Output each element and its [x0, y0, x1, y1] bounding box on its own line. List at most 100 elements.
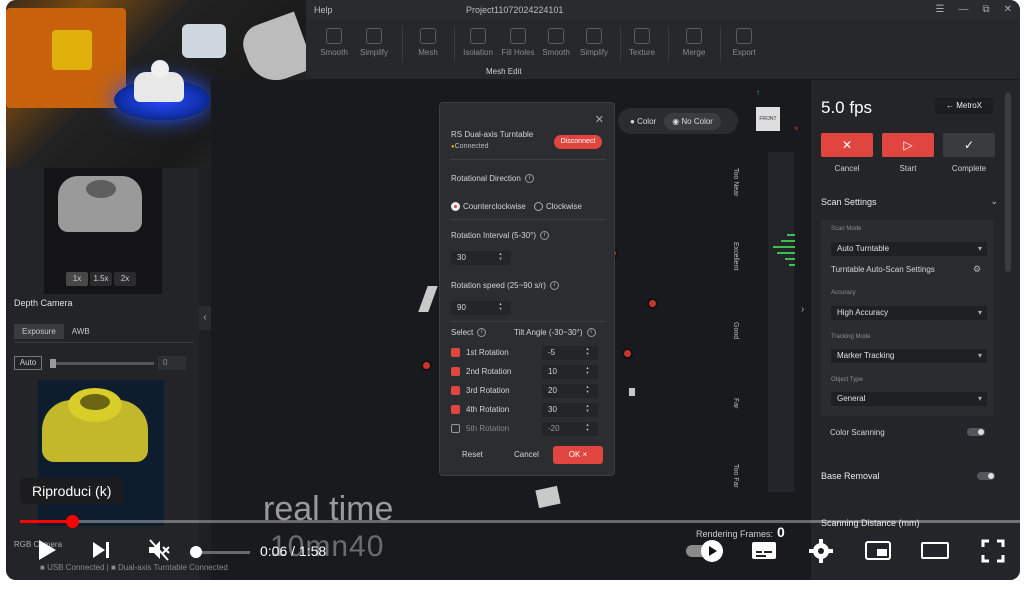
exposure-slider[interactable] [50, 359, 154, 368]
rotation-3-angle-input[interactable]: 20 [542, 384, 598, 398]
gear-icon[interactable]: ⚙ [973, 264, 981, 275]
tracking-mode-label: Tracking Mode [831, 334, 871, 340]
metrox-button[interactable]: ← MetroX [935, 98, 993, 114]
play-icon: ▷ [903, 138, 913, 152]
rotation-3-row[interactable]: 3rd Rotation [451, 386, 510, 395]
rotation-2-checkbox[interactable] [451, 367, 460, 376]
mute-icon[interactable] [146, 538, 172, 562]
tab-exposure[interactable]: Exposure [14, 324, 64, 339]
rotation-5-row[interactable]: 5th Rotation [451, 424, 509, 433]
video-frame[interactable]: Help Project11072024224101 ☰ — ⧉ ✕ Smoot… [6, 0, 1020, 580]
export-tool[interactable]: Export [722, 28, 766, 57]
info-icon: i [477, 328, 487, 338]
color-scanning-label: Color Scanning [830, 428, 885, 437]
close-icon[interactable]: ✕ [1004, 4, 1012, 15]
zoom-2x-button[interactable]: 2x [114, 272, 136, 286]
mesh-tool[interactable]: Mesh [406, 28, 450, 57]
subtitles-icon[interactable] [750, 538, 778, 562]
complete-scan-button[interactable]: ✓ [943, 133, 995, 157]
zoom-1-5x-button[interactable]: 1.5x [90, 272, 112, 286]
play-icon[interactable] [36, 538, 58, 562]
clockwise-radio[interactable]: Clockwise [534, 202, 582, 211]
video-progress-bar[interactable] [20, 515, 1020, 528]
info-icon: i [540, 231, 550, 241]
progress-scrubber[interactable] [66, 515, 79, 528]
object-type-select[interactable]: General [831, 392, 987, 406]
rotation-2-row[interactable]: 2nd Rotation [451, 367, 511, 376]
zoom-selector: 1x 1.5x 2x [66, 272, 136, 286]
cancel-scan-button[interactable]: ✕ [821, 133, 873, 157]
ok-button[interactable]: OK × [553, 446, 603, 464]
right-panel-collapse-button[interactable]: › [801, 304, 804, 315]
rotation-interval-label: Rotation Interval (5-30°) i [451, 231, 550, 241]
start-label: Start [899, 164, 917, 173]
mesh-simplify-tool[interactable]: Simplify [572, 28, 616, 57]
chevron-down-icon[interactable]: ⌄ [990, 196, 998, 207]
rotation-1-checkbox[interactable] [451, 348, 460, 357]
dialog-close-icon[interactable]: ✕ [595, 113, 604, 126]
scan-settings-header[interactable]: Scan Settings [821, 197, 877, 207]
texture-tool[interactable]: Texture [620, 28, 664, 57]
play-tooltip: Riproduci (k) [20, 478, 124, 504]
maximize-icon[interactable]: ⧉ [982, 4, 989, 15]
fullscreen-icon[interactable] [980, 538, 1006, 564]
marker-dot [421, 360, 432, 371]
no-color-option[interactable]: ◉ No Color [664, 112, 721, 130]
accuracy-select[interactable]: High Accuracy [831, 306, 987, 320]
base-removal-label: Base Removal [821, 471, 880, 481]
depth-camera-preview: 1x 1.5x 2x [44, 168, 162, 294]
menu-icon[interactable]: ☰ [936, 4, 945, 15]
rotation-4-angle-input[interactable]: 30 [542, 403, 598, 417]
zoom-1x-button[interactable]: 1x [66, 272, 88, 286]
merge-tool[interactable]: Merge [672, 28, 716, 57]
left-panel-collapse-button[interactable]: ‹ [199, 306, 211, 330]
exposure-value-input[interactable]: 0 [158, 356, 186, 370]
rotation-1-angle-input[interactable]: -5 [542, 346, 598, 360]
counterclockwise-radio[interactable]: Counterclockwise [451, 202, 526, 211]
reset-button[interactable]: Reset [462, 450, 483, 459]
volume-slider[interactable] [190, 546, 250, 558]
rotation-speed-label: Rotation speed (25~90 s/r) i [451, 281, 559, 291]
rotation-4-checkbox[interactable] [451, 405, 460, 414]
right-panel-scrollbar[interactable] [1005, 92, 1011, 272]
base-removal-toggle[interactable] [977, 472, 995, 480]
tab-awb[interactable]: AWB [64, 324, 98, 339]
camera-tabs: Exposure AWB [14, 324, 98, 339]
minimize-icon[interactable]: — [958, 4, 968, 15]
quality-too-far: Too Far [732, 464, 739, 488]
miniplayer-icon[interactable] [864, 538, 892, 562]
isolation-tool[interactable]: Isolation [456, 28, 500, 57]
progress-fill [20, 520, 72, 523]
scan-mode-select[interactable]: Auto Turntable [831, 242, 987, 256]
smooth-tool[interactable]: Smooth [312, 28, 356, 57]
rotation-5-checkbox[interactable] [451, 424, 460, 433]
settings-gear-icon[interactable] [808, 538, 834, 564]
next-icon[interactable] [90, 538, 114, 562]
start-scan-button[interactable]: ▷ [882, 133, 934, 157]
color-option[interactable]: ● Color [630, 117, 656, 126]
rotation-2-angle-input[interactable]: 10 [542, 365, 598, 379]
rotation-3-checkbox[interactable] [451, 386, 460, 395]
caption-real-time: real time [263, 490, 394, 528]
color-scanning-toggle[interactable] [967, 428, 985, 436]
rotation-1-row[interactable]: 1st Rotation [451, 348, 509, 357]
tracking-mode-select[interactable]: Marker Tracking [831, 349, 987, 363]
rgb-camera-preview [38, 380, 164, 526]
rotation-4-row[interactable]: 4th Rotation [451, 405, 509, 414]
rotation-interval-input[interactable]: 30 [451, 251, 511, 265]
view-cube-icon[interactable]: FRONT [756, 107, 780, 131]
disconnect-button[interactable]: Disconnect [554, 135, 602, 149]
object-type-label: Object Type [831, 377, 863, 383]
dialog-cancel-button[interactable]: Cancel [514, 450, 539, 459]
auto-scan-settings-label[interactable]: Turntable Auto-Scan Settings [831, 265, 935, 274]
rotation-5-angle-input[interactable]: -20 [542, 422, 598, 436]
theater-mode-icon[interactable] [920, 538, 950, 562]
auto-exposure-button[interactable]: Auto [14, 356, 42, 370]
simplify-tool[interactable]: Simplify [352, 28, 396, 57]
simplify-icon [586, 28, 602, 44]
tilt-angle-label: Tilt Angle (-30~30°) i [514, 328, 596, 338]
autoplay-toggle-icon[interactable] [684, 538, 726, 562]
quality-too-near: Too Near [732, 168, 739, 197]
menu-help[interactable]: Help [314, 5, 333, 15]
rotation-speed-input[interactable]: 90 [451, 301, 511, 315]
